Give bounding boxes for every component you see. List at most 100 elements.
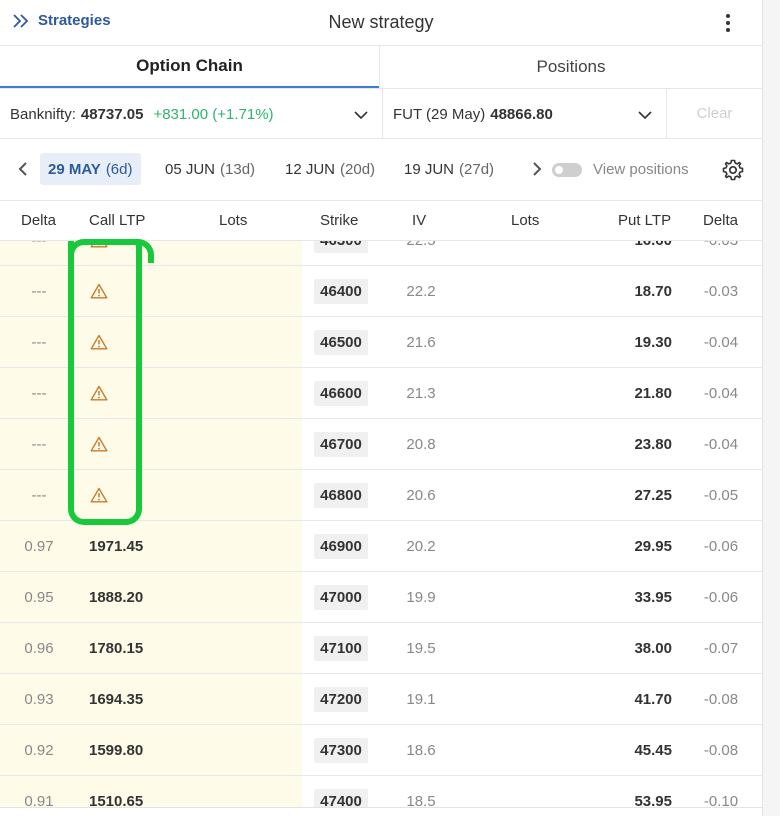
call-ltp[interactable]: 1780.15 (89, 623, 143, 673)
expiry-12-jun[interactable]: 12 JUN (20d) (277, 153, 383, 185)
put-ltp[interactable]: 53.95 (560, 776, 672, 808)
call-delta: --- (31, 333, 47, 351)
expiry-date: 05 JUN (165, 160, 216, 178)
iv-value: 20.2 (406, 537, 436, 555)
strike-cell: 46400 (311, 266, 371, 316)
warning-icon (90, 419, 108, 469)
underlying-price: 48737.05 (80, 105, 144, 123)
col-put-ltp: Put LTP (618, 212, 672, 229)
warning-icon (90, 368, 108, 418)
expiry-days: (20d) (340, 160, 376, 178)
tab-option-chain[interactable]: Option Chain (0, 46, 379, 88)
back-link-label: Strategies (38, 12, 111, 29)
table-row[interactable]: --- 46700 20.8 23.80 -0.04 (0, 419, 762, 470)
put-delta: -0.06 (703, 537, 739, 555)
call-ltp[interactable]: 1971.45 (89, 521, 143, 571)
strike-price[interactable]: 47100 (314, 635, 368, 661)
clear-button[interactable]: Clear (667, 89, 762, 138)
put-ltp[interactable]: 29.95 (560, 521, 672, 571)
strike-price[interactable]: 46600 (314, 380, 368, 406)
table-row[interactable]: --- 46600 21.3 21.80 -0.04 (0, 368, 762, 419)
expiry-29-may[interactable]: 29 MAY (6d) (40, 153, 141, 185)
expiry-row: 29 MAY (6d) 05 JUN (13d) 12 JUN (20d) 19… (0, 139, 762, 201)
table-row[interactable]: --- 46800 20.6 27.25 -0.05 (0, 470, 762, 521)
put-ltp[interactable]: 23.80 (560, 419, 672, 469)
put-ltp[interactable]: 16.60 (560, 241, 672, 265)
warning-icon (90, 266, 108, 316)
put-delta: -0.04 (703, 435, 739, 453)
strike-price[interactable]: 47200 (314, 686, 368, 712)
call-delta: --- (0, 241, 78, 265)
call-delta: --- (31, 486, 47, 504)
table-row[interactable]: 0.91 1510.65 47400 18.5 53.95 -0.10 (0, 776, 762, 807)
col-call-delta: Delta (21, 212, 57, 229)
col-strike: Strike (320, 212, 359, 229)
call-delta: 0.91 (24, 792, 54, 808)
table-row[interactable]: 0.95 1888.20 47000 19.9 33.95 -0.06 (0, 572, 762, 623)
table-row[interactable]: --- 46300 22.5 16.60 -0.03 (0, 241, 762, 266)
strike-price[interactable]: 46800 (314, 482, 368, 508)
put-ltp[interactable]: 27.25 (560, 470, 672, 520)
strike-cell: 47100 (311, 623, 371, 673)
strike-price[interactable]: 46700 (314, 431, 368, 457)
put-ltp[interactable]: 41.70 (560, 674, 672, 724)
back-to-strategies-link[interactable]: Strategies (12, 12, 111, 29)
strike-price[interactable]: 47400 (314, 788, 368, 807)
strike-price[interactable]: 46900 (314, 533, 368, 559)
table-row[interactable]: --- 46400 22.2 18.70 -0.03 (0, 266, 762, 317)
strike-price[interactable]: 46400 (314, 278, 368, 304)
option-chain-table: ---4630022.516.60-0.03---4640022.218.70-… (0, 241, 762, 807)
col-call-ltp: Call LTP (89, 212, 146, 229)
scrollbar-track[interactable] (762, 0, 780, 816)
put-ltp[interactable]: 19.30 (560, 317, 672, 367)
call-ltp[interactable]: 1888.20 (89, 572, 143, 622)
expiry-05-jun[interactable]: 05 JUN (13d) (157, 153, 263, 185)
strike-price[interactable]: 47000 (314, 584, 368, 610)
chevron-down-icon (638, 107, 652, 124)
gear-icon[interactable] (721, 158, 745, 187)
expiry-days: (27d) (459, 160, 495, 178)
strike-price[interactable]: 46300 (314, 241, 368, 253)
underlying-selector[interactable]: Banknifty: 48737.05 +831.00 (+1.71%) (0, 89, 383, 139)
put-ltp[interactable]: 18.70 (560, 266, 672, 316)
table-row[interactable]: 0.93 1694.35 47200 19.1 41.70 -0.08 (0, 674, 762, 725)
put-ltp[interactable]: 33.95 (560, 572, 672, 622)
call-ltp[interactable]: 1694.35 (89, 674, 143, 724)
expiry-days: (13d) (220, 160, 256, 178)
strike-cell: 46600 (311, 368, 371, 418)
col-put-lots: Lots (511, 212, 540, 229)
table-row[interactable]: 0.97 1971.45 46900 20.2 29.95 -0.06 (0, 521, 762, 572)
put-delta: -0.04 (703, 333, 739, 351)
col-iv: IV (412, 212, 427, 229)
strike-price[interactable]: 47300 (314, 737, 368, 763)
col-put-delta: Delta (703, 212, 739, 229)
call-ltp[interactable]: 1599.80 (89, 725, 143, 775)
table-row[interactable]: 0.96 1780.15 47100 19.5 38.00 -0.07 (0, 623, 762, 674)
view-positions-toggle[interactable] (552, 163, 582, 177)
put-ltp[interactable]: 45.45 (560, 725, 672, 775)
table-row[interactable]: --- 46500 21.6 19.30 -0.04 (0, 317, 762, 368)
future-selector[interactable]: FUT (29 May) 48866.80 (383, 89, 667, 139)
chevron-right-icon[interactable] (532, 161, 542, 182)
table-header: Delta Call LTP Lots Strike IV Lots Put L… (0, 201, 762, 241)
call-ltp[interactable]: 1510.65 (89, 776, 143, 808)
more-options-icon[interactable] (716, 10, 740, 36)
expiry-19-jun[interactable]: 19 JUN (27d) (396, 153, 502, 185)
call-delta: 0.95 (24, 588, 54, 606)
tab-positions[interactable]: Positions (379, 46, 762, 88)
col-call-lots: Lots (219, 212, 248, 229)
call-delta: 0.96 (24, 639, 54, 657)
tab-bar: Option Chain Positions (0, 46, 762, 89)
strike-cell: 47400 (311, 776, 371, 807)
chevron-left-icon[interactable] (18, 161, 28, 182)
put-delta: -0.08 (703, 741, 739, 759)
iv-value: 20.8 (406, 435, 436, 453)
strategy-panel: Strategies New strategy Option Chain Pos… (0, 0, 762, 816)
future-price: 48866.80 (490, 105, 553, 123)
table-row[interactable]: 0.92 1599.80 47300 18.6 45.45 -0.08 (0, 725, 762, 776)
put-ltp[interactable]: 21.80 (560, 368, 672, 418)
iv-value: 21.3 (406, 384, 436, 402)
strike-price[interactable]: 46500 (314, 329, 368, 355)
put-ltp[interactable]: 38.00 (560, 623, 672, 673)
future-label: FUT (29 May) (393, 105, 486, 123)
